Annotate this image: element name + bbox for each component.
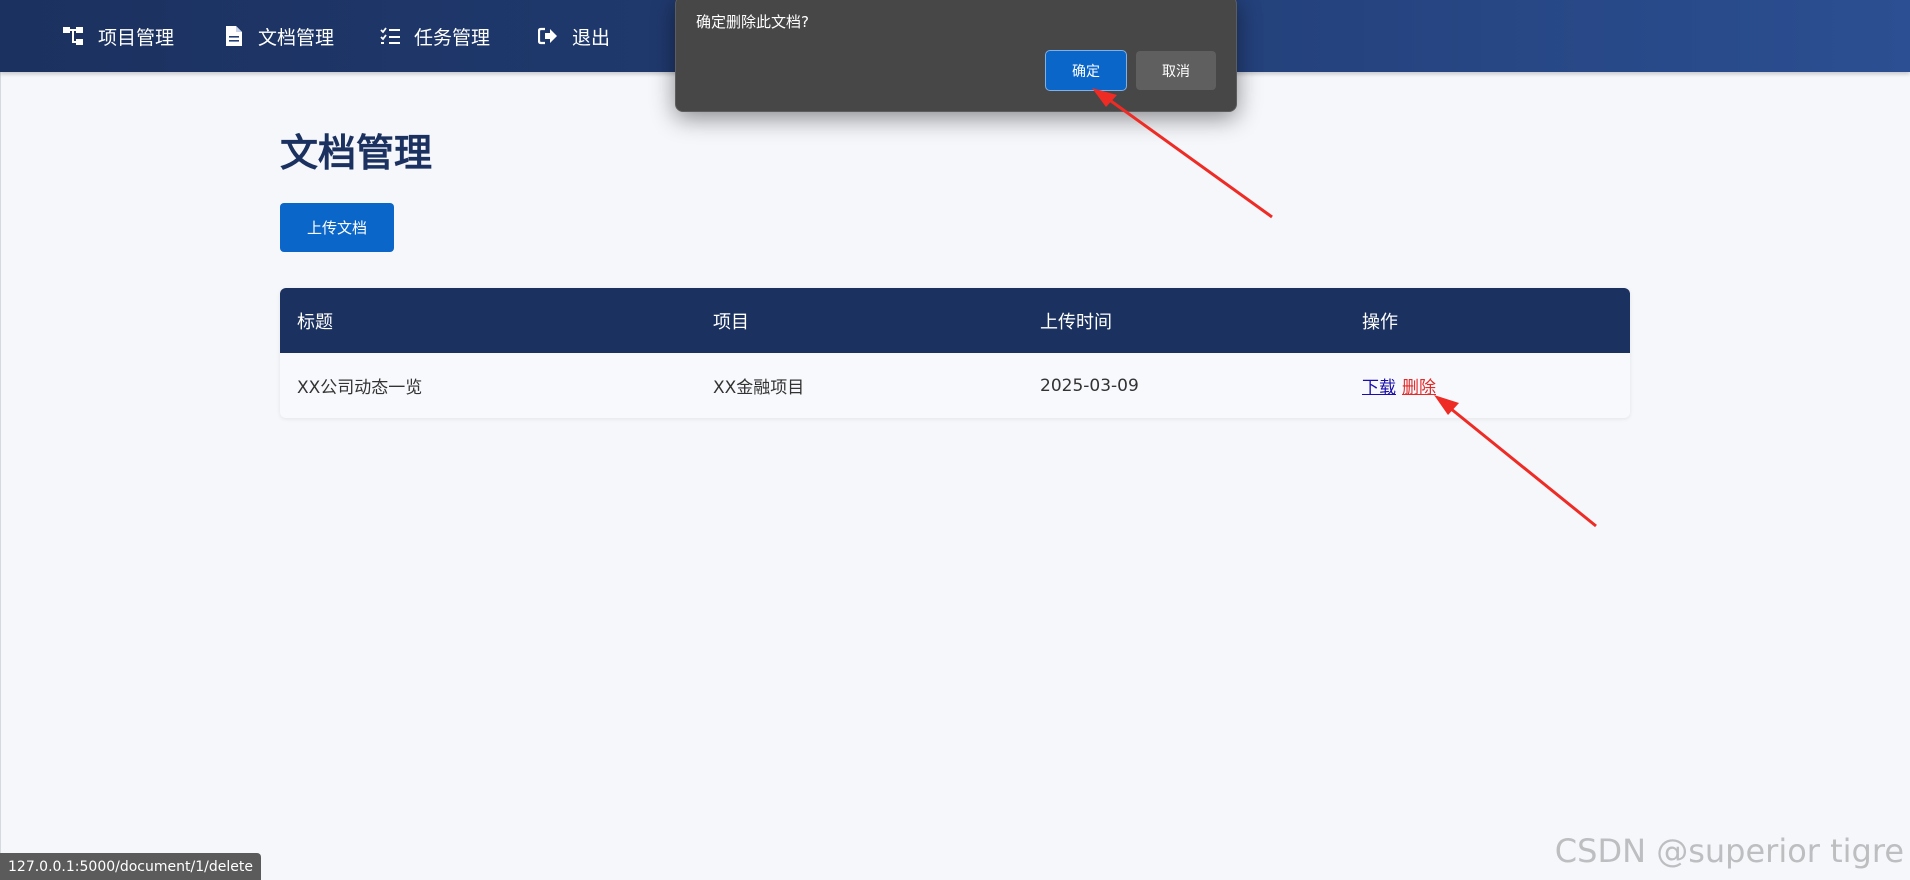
document-upload-time-cell: 2025-03-09 — [1040, 375, 1139, 396]
nav-item-label: 项目管理 — [98, 26, 175, 49]
file-icon — [222, 24, 246, 48]
sitemap-icon — [62, 24, 86, 48]
nav-item-projects[interactable]: 项目管理 — [62, 0, 174, 72]
tasks-icon — [378, 24, 402, 48]
left-border — [0, 72, 1, 880]
confirm-cancel-button[interactable]: 取消 — [1136, 51, 1216, 90]
upload-document-button[interactable]: 上传文档 — [280, 203, 394, 252]
browser-status-bar-url: 127.0.0.1:5000/document/1/delete — [0, 853, 261, 880]
nav-item-tasks[interactable]: 任务管理 — [378, 0, 490, 72]
page-title: 文档管理 — [280, 131, 433, 175]
nav-item-documents[interactable]: 文档管理 — [222, 0, 334, 72]
documents-table: 标题 项目 上传时间 操作 XX公司动态一览 XX金融项目 2025-03-09… — [280, 288, 1630, 418]
document-title-cell: XX公司动态一览 — [297, 378, 423, 398]
table-row: XX公司动态一览 XX金融项目 2025-03-09 下载 删除 — [280, 353, 1630, 418]
column-header-title: 标题 — [297, 311, 333, 333]
nav-item-label: 任务管理 — [414, 26, 491, 49]
delete-link[interactable]: 删除 — [1402, 373, 1436, 398]
nav-item-logout[interactable]: 退出 — [536, 0, 610, 72]
document-actions-cell: 下载 删除 — [1362, 353, 1436, 418]
document-project-cell: XX金融项目 — [713, 378, 805, 398]
table-header-row: 标题 项目 上传时间 操作 — [280, 288, 1630, 353]
download-link[interactable]: 下载 — [1362, 373, 1396, 398]
nav-item-label: 文档管理 — [258, 26, 335, 49]
confirm-dialog: 确定删除此文档? 确定 取消 — [675, 0, 1237, 112]
column-header-actions: 操作 — [1362, 311, 1398, 333]
column-header-project: 项目 — [713, 311, 749, 333]
confirm-dialog-message: 确定删除此文档? — [696, 13, 809, 31]
column-header-upload-time: 上传时间 — [1040, 311, 1112, 333]
confirm-ok-button[interactable]: 确定 — [1045, 50, 1127, 91]
watermark: CSDN @superior tigre — [1554, 832, 1904, 870]
sign-out-icon — [536, 24, 560, 48]
nav-item-label: 退出 — [572, 26, 611, 49]
